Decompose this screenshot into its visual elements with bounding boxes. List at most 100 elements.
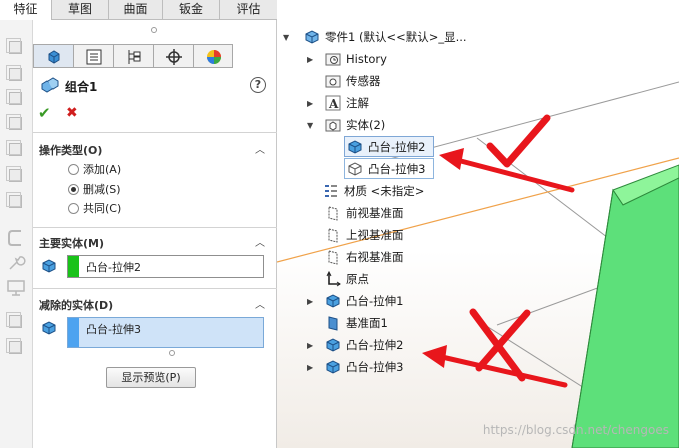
part-icon	[304, 29, 320, 45]
red-arrow-head	[422, 345, 447, 368]
chevron-up-icon[interactable]: ︿	[255, 141, 265, 156]
listbox-resize-handle[interactable]	[169, 350, 175, 356]
chevron-up-icon[interactable]: ︿	[255, 296, 265, 311]
command-manager-tabs: 特征 草图 曲面 钣金 评估	[0, 0, 277, 20]
tree-item-feature-1[interactable]: 凸台-拉伸1	[325, 291, 403, 311]
subtract-body-header: 减除的实体(D)	[39, 299, 114, 312]
subtract-body-value[interactable]: 凸台-拉伸3	[86, 321, 141, 337]
expand-triangle-icon[interactable]: ▶	[307, 55, 313, 64]
solid-body-icon	[40, 319, 58, 340]
tree-item-annotations-label: 注解	[346, 96, 369, 110]
property-manager-tab[interactable]	[73, 44, 113, 68]
expand-triangle-icon[interactable]: ▶	[307, 363, 313, 372]
radio-common-button[interactable]	[68, 202, 79, 214]
cube-icon[interactable]	[6, 312, 26, 332]
display-manager-tab[interactable]	[193, 44, 233, 68]
show-preview-button[interactable]: 显示预览(P)	[106, 367, 196, 388]
radio-add-button[interactable]	[68, 163, 79, 175]
annotation-icon: A	[325, 95, 341, 111]
main-body-value[interactable]: 凸台-拉伸2	[86, 259, 141, 275]
cube-icon[interactable]	[6, 89, 26, 109]
expand-triangle-icon[interactable]: ▶	[307, 99, 313, 108]
tree-item-history[interactable]: History	[325, 49, 387, 69]
graphics-area[interactable]: ▼ 零件1 (默认<<默认>_显... ▶ History 传感器 ▶ A 注解…	[277, 0, 679, 448]
tree-item-material[interactable]: 材质 <未指定>	[323, 181, 424, 201]
screen-icon[interactable]	[6, 278, 26, 298]
bracket-icon[interactable]	[6, 228, 26, 248]
cube-icon[interactable]	[6, 192, 26, 212]
tab-sheet-metal[interactable]: 钣金	[163, 0, 220, 20]
tree-item-origin-label: 原点	[346, 272, 369, 286]
material-icon	[323, 183, 339, 199]
ok-checkmark-icon[interactable]: ✔	[38, 104, 51, 122]
cube-icon[interactable]	[6, 140, 26, 160]
cube-icon[interactable]	[6, 38, 26, 58]
expand-triangle-icon[interactable]: ▶	[307, 297, 313, 306]
red-arrow-head	[439, 148, 464, 170]
collapse-triangle-icon[interactable]: ▼	[307, 121, 313, 130]
help-icon[interactable]: ?	[250, 77, 266, 93]
tree-item-solid-bodies-label: 实体(2)	[346, 118, 386, 132]
radio-common[interactable]: 共同(C)	[68, 200, 121, 216]
plane-icon	[325, 315, 341, 331]
tree-item-plane-1-label: 基准面1	[346, 316, 388, 330]
tab-evaluate[interactable]: 评估	[220, 0, 277, 20]
extrude-feature-icon	[325, 337, 341, 353]
tree-item-right-plane-label: 右视基准面	[346, 250, 404, 264]
tree-item-body-2[interactable]: 凸台-拉伸3	[347, 159, 425, 179]
dimxpert-manager-tab[interactable]	[153, 44, 193, 68]
tree-item-origin[interactable]: 原点	[325, 269, 369, 289]
solid-body-icon	[347, 139, 363, 155]
radio-subtract[interactable]: 删减(S)	[68, 181, 121, 197]
cancel-x-icon[interactable]: ✖	[66, 105, 78, 121]
tree-item-top-plane-label: 上视基准面	[346, 228, 404, 242]
cube-icon[interactable]	[6, 166, 26, 186]
feature-title: 组合1	[65, 80, 98, 94]
tree-item-annotations[interactable]: A 注解	[325, 93, 369, 113]
tree-item-part-label: 零件1 (默认<<默认>_显...	[325, 30, 467, 44]
panel-splitter-handle[interactable]	[151, 27, 157, 33]
tree-item-top-plane[interactable]: 上视基准面	[325, 225, 404, 245]
tree-item-front-plane-label: 前视基准面	[346, 206, 404, 220]
cube-icon	[48, 50, 60, 64]
radio-add[interactable]: 添加(A)	[68, 161, 121, 177]
tree-item-feature-3[interactable]: 凸台-拉伸3	[325, 357, 403, 377]
subtract-body-color-swatch	[68, 318, 79, 347]
combine-feature-icon	[40, 77, 60, 98]
solid-body-icon	[40, 257, 58, 278]
configuration-manager-tab[interactable]	[113, 44, 153, 68]
tab-features[interactable]: 特征	[0, 0, 52, 20]
tree-item-sensors[interactable]: 传感器	[325, 71, 381, 91]
divider	[33, 227, 277, 228]
origin-icon	[325, 270, 341, 287]
main-body-selection-box[interactable]: 凸台-拉伸2	[67, 255, 264, 278]
tree-item-sensors-label: 传感器	[346, 74, 381, 88]
tree-item-plane-1[interactable]: 基准面1	[325, 313, 388, 333]
expand-triangle-icon[interactable]: ▶	[307, 341, 313, 350]
tree-item-feature-2[interactable]: 凸台-拉伸2	[325, 335, 403, 355]
solid-bodies-folder-icon	[325, 117, 341, 133]
tree-item-solid-bodies[interactable]: 实体(2)	[325, 115, 385, 135]
radio-add-label: 添加(A)	[83, 163, 122, 176]
subtract-body-selection-box[interactable]: 凸台-拉伸3	[67, 317, 264, 348]
tree-item-part[interactable]: 零件1 (默认<<默认>_显...	[304, 27, 467, 47]
tab-sketch[interactable]: 草图	[52, 0, 109, 20]
tree-item-feature-2-label: 凸台-拉伸2	[346, 338, 404, 352]
tree-item-body-1[interactable]: 凸台-拉伸2	[347, 137, 425, 157]
feature-manager-tab[interactable]	[33, 44, 73, 68]
cube-icon[interactable]	[6, 114, 26, 134]
cube-icon[interactable]	[6, 65, 26, 85]
collapse-triangle-icon[interactable]: ▼	[283, 33, 289, 42]
cube-icon[interactable]	[6, 338, 26, 358]
wrench-icon[interactable]	[6, 253, 26, 273]
tree-item-right-plane[interactable]: 右视基准面	[325, 247, 404, 267]
radio-subtract-button[interactable]	[68, 183, 79, 195]
green-body-side-face	[571, 177, 679, 448]
tree-item-front-plane[interactable]: 前视基准面	[325, 203, 404, 223]
chevron-up-icon[interactable]: ︿	[255, 234, 265, 249]
plane-icon	[325, 249, 341, 265]
sensor-folder-icon	[325, 73, 341, 89]
tab-surfaces[interactable]: 曲面	[109, 0, 163, 20]
list-icon	[86, 49, 102, 65]
plane-icon	[325, 205, 341, 221]
